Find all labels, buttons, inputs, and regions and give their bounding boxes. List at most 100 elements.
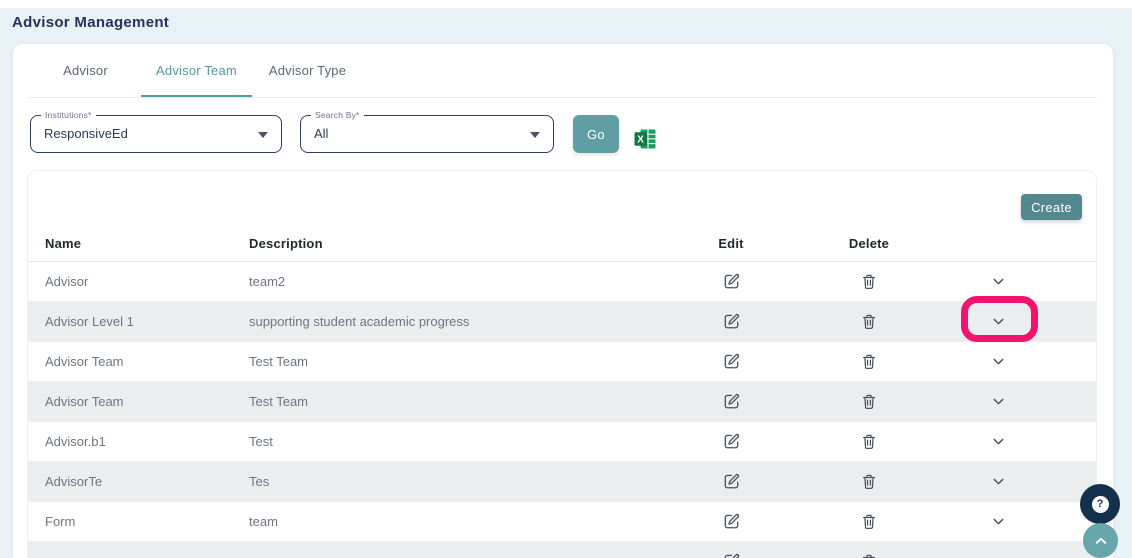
edit-button[interactable] bbox=[720, 350, 743, 373]
row-description: team bbox=[249, 514, 661, 529]
delete-button[interactable] bbox=[858, 270, 880, 293]
tab-bar: Advisor Advisor Team Advisor Type bbox=[30, 44, 363, 97]
delete-button[interactable] bbox=[858, 470, 880, 493]
chevron-down-icon bbox=[530, 132, 540, 138]
tab-advisor-team[interactable]: Advisor Team bbox=[141, 44, 252, 97]
chevron-down-icon bbox=[991, 434, 1006, 449]
table-row: Advisor Level 1 supporting student acade… bbox=[28, 302, 1096, 342]
row-name: AdvisorTe bbox=[28, 474, 249, 489]
edit-button[interactable] bbox=[720, 550, 743, 558]
create-button[interactable]: Create bbox=[1021, 194, 1082, 220]
edit-button[interactable] bbox=[720, 430, 743, 453]
chevron-down-icon bbox=[991, 554, 1006, 558]
delete-button[interactable] bbox=[858, 390, 880, 413]
table-row: Advisor Team Test Team bbox=[28, 342, 1096, 382]
search-by-label: Search By* bbox=[311, 110, 364, 120]
table-row: Advisor.b1 Test bbox=[28, 422, 1096, 462]
table-card: Create Name Description Edit Delete Advi… bbox=[27, 170, 1097, 558]
tab-advisor-type[interactable]: Advisor Type bbox=[252, 44, 363, 97]
delete-button[interactable] bbox=[858, 350, 880, 373]
edit-button[interactable] bbox=[720, 270, 743, 293]
page-title: Advisor Management bbox=[12, 14, 169, 31]
edit-button[interactable] bbox=[720, 390, 743, 413]
expand-row-button[interactable] bbox=[989, 352, 1008, 371]
expand-row-button[interactable] bbox=[989, 472, 1008, 491]
row-description: team2 bbox=[249, 274, 661, 289]
edit-pencil-icon bbox=[722, 392, 741, 411]
institutions-label: Institutions* bbox=[41, 110, 96, 120]
delete-button[interactable] bbox=[858, 510, 880, 533]
row-description: Test Team bbox=[249, 354, 661, 369]
delete-button[interactable] bbox=[858, 550, 880, 558]
institutions-select[interactable]: Institutions* ResponsiveEd bbox=[30, 115, 282, 153]
edit-pencil-icon bbox=[722, 512, 741, 531]
table-row bbox=[28, 542, 1096, 558]
row-description: Test Team bbox=[249, 394, 661, 409]
tab-advisor[interactable]: Advisor bbox=[30, 44, 141, 97]
search-by-value: All bbox=[314, 126, 328, 141]
header-delete: Delete bbox=[801, 236, 937, 251]
trash-icon bbox=[860, 432, 878, 451]
table-row: Advisor team2 bbox=[28, 262, 1096, 302]
row-description: Test bbox=[249, 434, 661, 449]
row-description: Tes bbox=[249, 474, 661, 489]
table-row: Advisor Team Test Team bbox=[28, 382, 1096, 422]
edit-pencil-icon bbox=[722, 272, 741, 291]
edit-pencil-icon bbox=[722, 552, 741, 558]
excel-export-icon[interactable]: X bbox=[634, 129, 656, 149]
chevron-down-icon bbox=[991, 474, 1006, 489]
row-name: Advisor Level 1 bbox=[28, 314, 249, 329]
chevron-down-icon bbox=[991, 314, 1006, 329]
edit-pencil-icon bbox=[722, 312, 741, 331]
edit-pencil-icon bbox=[722, 352, 741, 371]
expand-row-button[interactable] bbox=[989, 272, 1008, 291]
trash-icon bbox=[860, 352, 878, 371]
expand-row-button[interactable] bbox=[989, 312, 1008, 331]
tab-divider bbox=[28, 97, 1097, 98]
expand-row-button[interactable] bbox=[989, 432, 1008, 451]
row-name: Advisor.b1 bbox=[28, 434, 249, 449]
expand-row-button[interactable] bbox=[989, 552, 1008, 558]
row-name: Advisor Team bbox=[28, 354, 249, 369]
institutions-value: ResponsiveEd bbox=[44, 126, 128, 141]
delete-button[interactable] bbox=[858, 430, 880, 453]
chevron-down-icon bbox=[991, 274, 1006, 289]
question-mark-icon: ? bbox=[1092, 496, 1109, 513]
edit-button[interactable] bbox=[720, 470, 743, 493]
chevron-up-icon bbox=[1093, 533, 1109, 549]
header-edit: Edit bbox=[661, 236, 801, 251]
row-name: Advisor Team bbox=[28, 394, 249, 409]
help-button[interactable]: ? bbox=[1080, 484, 1120, 524]
trash-icon bbox=[860, 312, 878, 331]
header-name: Name bbox=[28, 236, 249, 251]
row-name: Form bbox=[28, 514, 249, 529]
trash-icon bbox=[860, 512, 878, 531]
go-button[interactable]: Go bbox=[573, 115, 619, 153]
chevron-down-icon bbox=[991, 394, 1006, 409]
delete-button[interactable] bbox=[858, 310, 880, 333]
header-description: Description bbox=[249, 236, 661, 251]
trash-icon bbox=[860, 272, 878, 291]
table-row: Form team bbox=[28, 502, 1096, 542]
content-card: Advisor Advisor Team Advisor Type Instit… bbox=[13, 44, 1113, 558]
trash-icon bbox=[860, 472, 878, 491]
row-description: supporting student academic progress bbox=[249, 314, 661, 329]
edit-button[interactable] bbox=[720, 510, 743, 533]
chevron-down-icon bbox=[991, 354, 1006, 369]
edit-pencil-icon bbox=[722, 432, 741, 451]
scroll-to-top-button[interactable] bbox=[1083, 523, 1118, 558]
expand-row-button[interactable] bbox=[989, 392, 1008, 411]
table-body: Advisor team2 bbox=[28, 262, 1096, 558]
expand-row-button[interactable] bbox=[989, 512, 1008, 531]
chevron-down-icon bbox=[258, 132, 268, 138]
svg-text:X: X bbox=[637, 135, 644, 146]
edit-button[interactable] bbox=[720, 310, 743, 333]
edit-pencil-icon bbox=[722, 472, 741, 491]
trash-icon bbox=[860, 552, 878, 558]
chevron-down-icon bbox=[991, 514, 1006, 529]
table-header-row: Name Description Edit Delete bbox=[28, 226, 1096, 262]
top-strip bbox=[0, 0, 1132, 8]
search-by-select[interactable]: Search By* All bbox=[300, 115, 554, 153]
row-name: Advisor bbox=[28, 274, 249, 289]
trash-icon bbox=[860, 392, 878, 411]
